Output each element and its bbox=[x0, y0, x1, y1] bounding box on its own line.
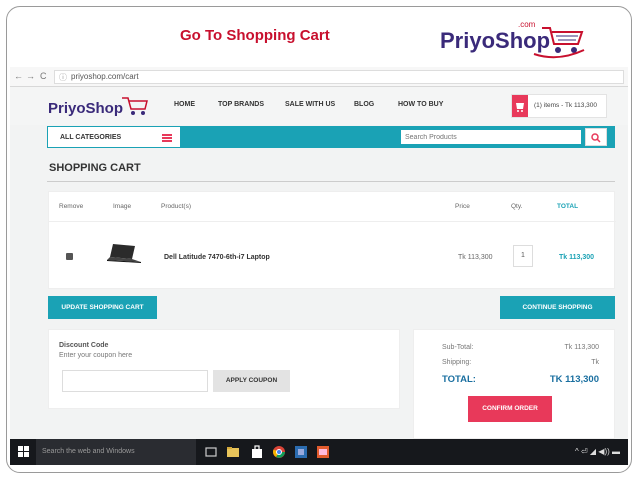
cart-summary: (1) items - Tk 113,300 bbox=[534, 102, 597, 109]
column-header-image: Image bbox=[113, 203, 132, 210]
nav-top-brands[interactable]: TOP BRANDS bbox=[218, 101, 264, 108]
confirm-order-button[interactable]: CONFIRM ORDER bbox=[468, 396, 552, 422]
column-header-remove: Remove bbox=[59, 203, 84, 210]
windows-start-icon[interactable] bbox=[18, 446, 30, 458]
slide-logo-com: .com bbox=[518, 20, 536, 29]
all-categories-button[interactable]: ALL CATEGORIES bbox=[47, 126, 181, 148]
search-input[interactable] bbox=[401, 130, 581, 144]
discount-panel: Discount Code Enter your coupon here APP… bbox=[48, 329, 400, 409]
order-summary: Sub-Total: Tk 113,300 Shipping: Tk TOTAL… bbox=[413, 329, 615, 439]
apply-coupon-button[interactable]: APPLY COUPON bbox=[213, 370, 290, 392]
divider bbox=[49, 221, 616, 222]
shipping-label: Shipping: bbox=[442, 359, 472, 366]
trash-icon[interactable] bbox=[66, 253, 73, 260]
column-header-qty: Qty. bbox=[511, 203, 523, 210]
system-tray[interactable]: ^ ⏎ ◢ ◀)) ▬ bbox=[575, 447, 620, 456]
task-view-icon[interactable] bbox=[204, 445, 218, 459]
coupon-input[interactable] bbox=[62, 370, 208, 392]
browser-window: ← → C ⓘ priyoshop.com/cart PriyoShop HOM… bbox=[10, 67, 628, 439]
product-name[interactable]: Dell Latitude 7470-6th-i7 Laptop bbox=[164, 254, 270, 261]
store-icon[interactable] bbox=[250, 445, 264, 459]
total-value: TK 113,300 bbox=[549, 374, 599, 385]
cart-table: Remove Image Product(s) Price Qty. TOTAL… bbox=[48, 191, 616, 289]
url-text: priyoshop.com/cart bbox=[71, 72, 139, 81]
app-icon[interactable] bbox=[294, 445, 308, 459]
taskbar-search[interactable]: Search the web and Windows bbox=[36, 439, 196, 465]
app-icon[interactable] bbox=[316, 445, 330, 459]
taskbar: Search the web and Windows ^ ⏎ ◢ ◀)) ▬ bbox=[10, 439, 628, 465]
subtotal-label: Sub-Total: bbox=[442, 344, 474, 351]
priyoshop-logo-icon: PriyoShop .com bbox=[440, 20, 585, 59]
update-cart-button[interactable]: UPDATE SHOPPING CART bbox=[48, 296, 157, 319]
site-logo-icon: PriyoShop bbox=[48, 97, 148, 117]
site-header: PriyoShop HOME TOP BRANDS SALE WITH US B… bbox=[10, 87, 628, 125]
nav-sale-with-us[interactable]: SALE WITH US bbox=[285, 101, 335, 108]
menu-icon bbox=[162, 134, 172, 142]
subtotal-value: Tk 113,300 bbox=[564, 344, 599, 351]
slide-logo-text: PriyoShop bbox=[440, 28, 550, 53]
back-icon[interactable]: ← bbox=[14, 71, 23, 81]
continue-shopping-button[interactable]: CONTINUE SHOPPING bbox=[500, 296, 615, 319]
forward-icon[interactable]: → bbox=[26, 71, 35, 81]
address-bar: ← → C ⓘ priyoshop.com/cart bbox=[10, 67, 628, 87]
discount-subtitle: Enter your coupon here bbox=[59, 352, 133, 359]
divider bbox=[47, 181, 615, 182]
cart-icon bbox=[512, 95, 528, 117]
slide-logo: PriyoShop .com bbox=[438, 14, 588, 62]
nav-home[interactable]: HOME bbox=[174, 101, 195, 108]
category-bar: ALL CATEGORIES bbox=[47, 126, 615, 148]
site-logo[interactable]: PriyoShop bbox=[48, 92, 148, 120]
header-cart[interactable]: (1) items - Tk 113,300 bbox=[511, 94, 607, 118]
shipping-value: Tk bbox=[591, 359, 599, 366]
quantity-field[interactable]: 1 bbox=[513, 245, 533, 267]
column-header-price: Price bbox=[455, 203, 470, 210]
product-image[interactable] bbox=[105, 242, 143, 266]
info-icon[interactable]: ⓘ bbox=[59, 72, 67, 84]
row-total: Tk 113,300 bbox=[559, 254, 595, 261]
slide-title: Go To Shopping Cart bbox=[180, 27, 330, 44]
column-header-product: Product(s) bbox=[161, 203, 191, 210]
site-logo-text: PriyoShop bbox=[48, 100, 123, 117]
page-title: SHOPPING CART bbox=[49, 162, 141, 174]
all-categories-label: ALL CATEGORIES bbox=[60, 134, 122, 141]
reload-icon[interactable]: C bbox=[40, 71, 47, 81]
column-header-total: TOTAL bbox=[557, 203, 579, 210]
search-icon[interactable] bbox=[585, 128, 607, 146]
discount-title: Discount Code bbox=[59, 342, 109, 349]
nav-blog[interactable]: BLOG bbox=[354, 101, 374, 108]
total-label: TOTAL: bbox=[442, 374, 476, 385]
laptop-icon bbox=[107, 244, 141, 263]
product-price: Tk 113,300 bbox=[458, 254, 493, 261]
nav-how-to-buy[interactable]: HOW TO BUY bbox=[398, 101, 443, 108]
file-explorer-icon[interactable] bbox=[226, 445, 240, 459]
url-field[interactable]: ⓘ priyoshop.com/cart bbox=[54, 70, 624, 84]
chrome-icon[interactable] bbox=[272, 445, 286, 459]
